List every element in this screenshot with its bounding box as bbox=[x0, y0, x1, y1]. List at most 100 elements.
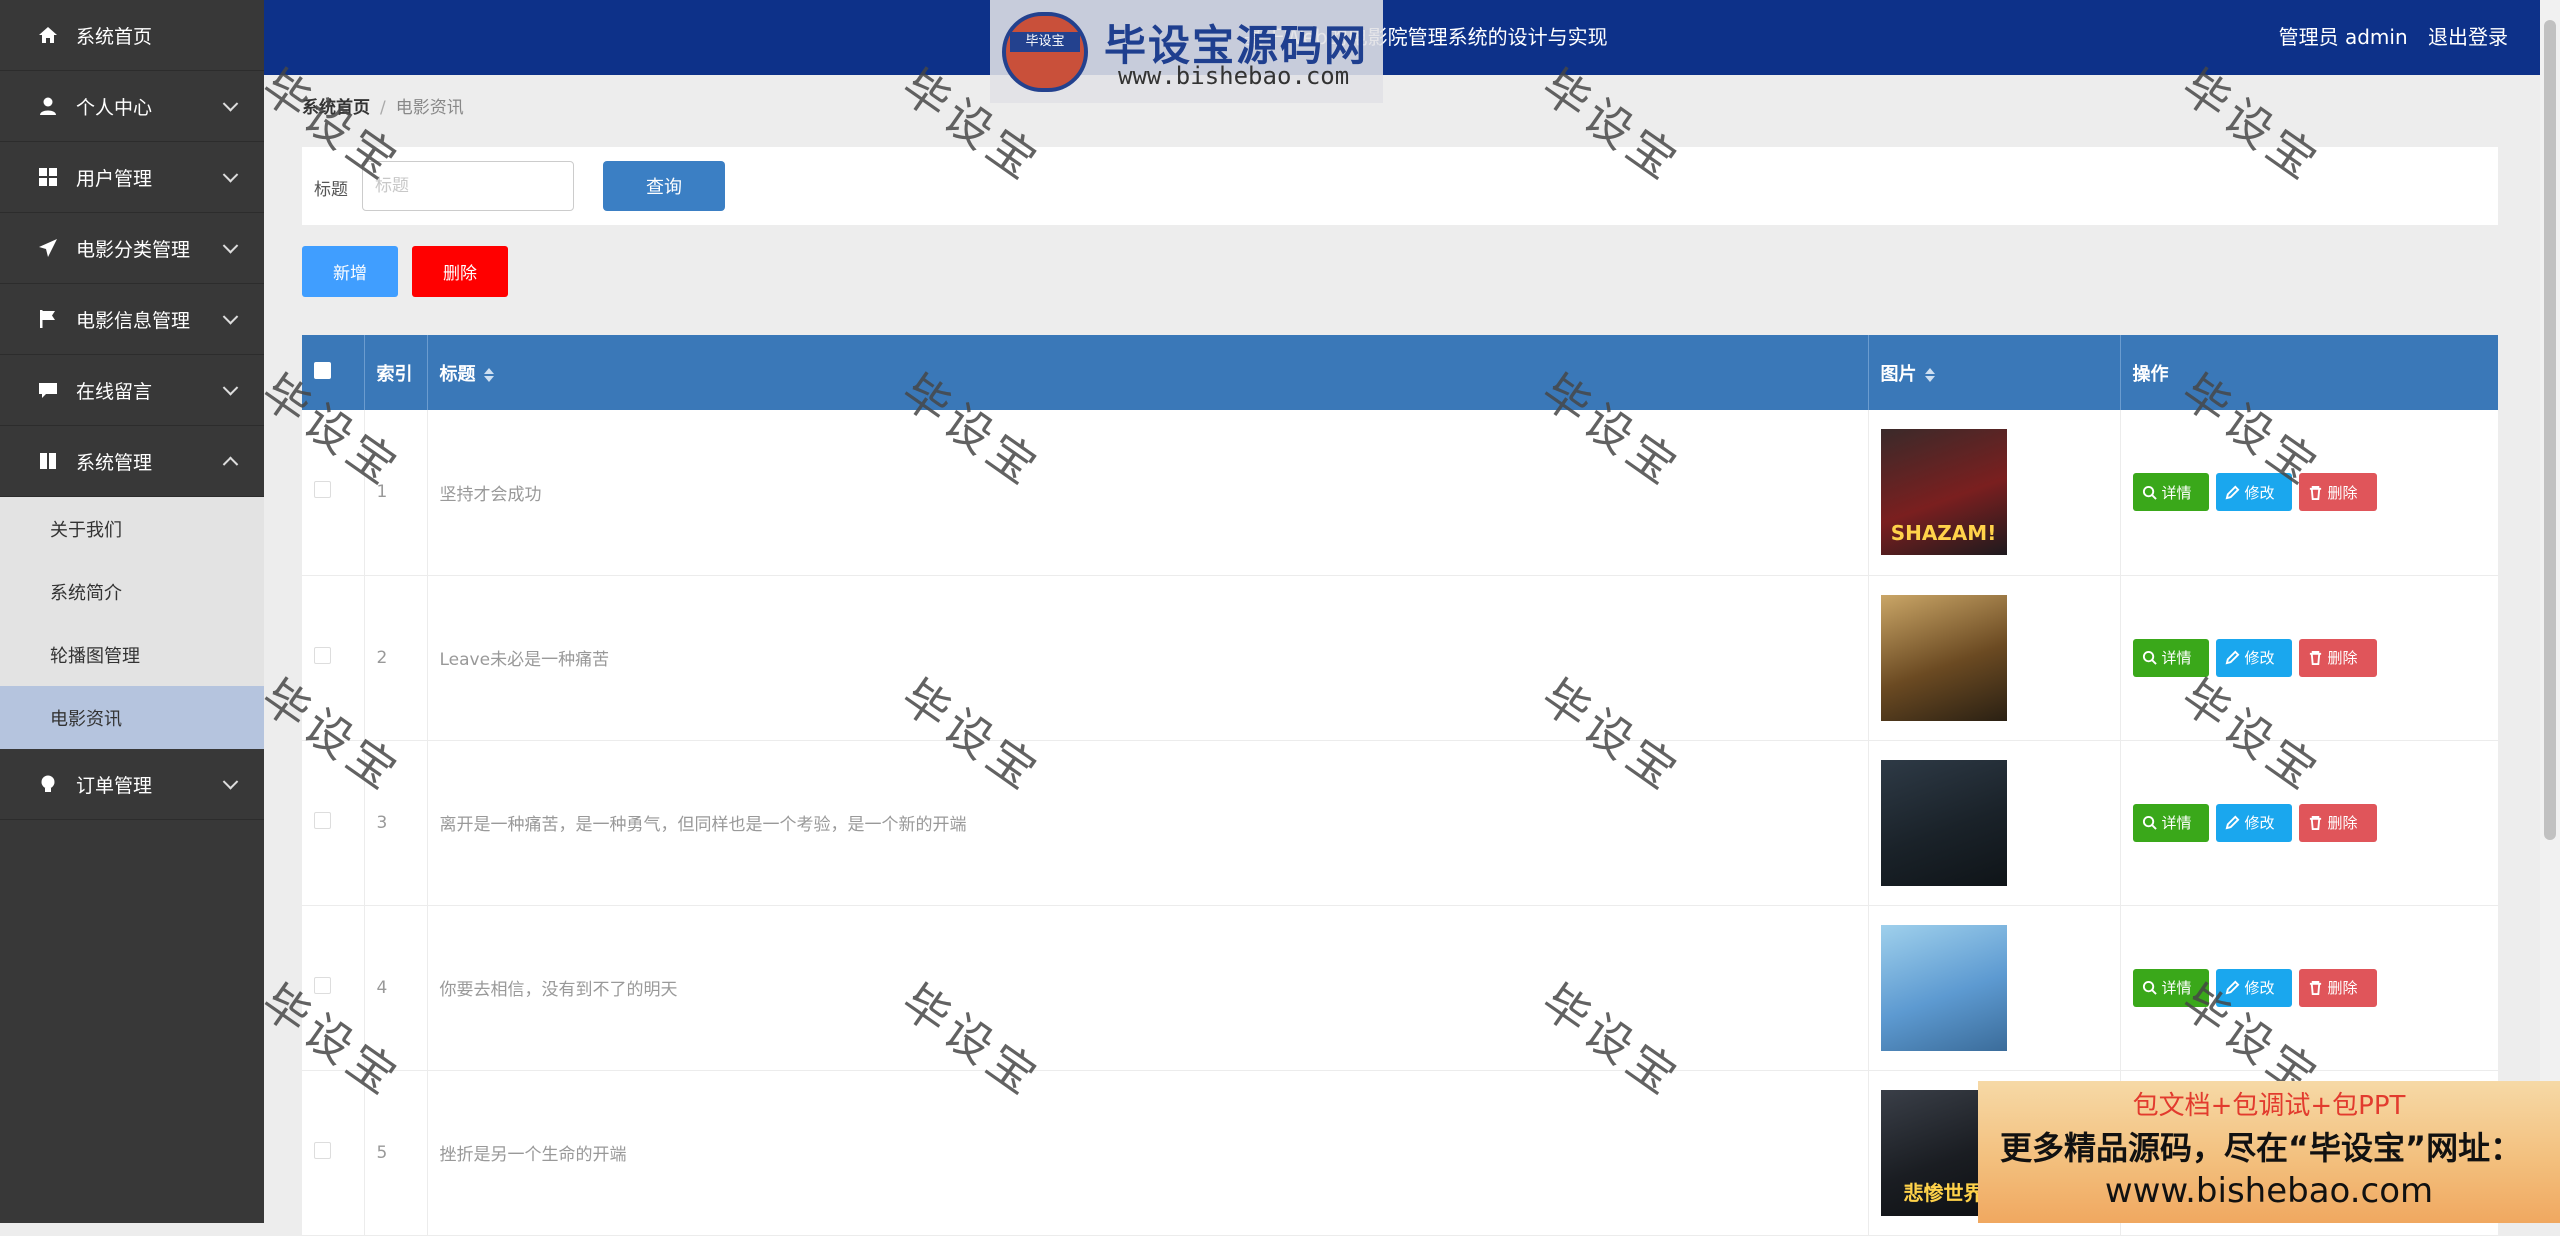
row-title: 离开是一种痛苦，是一种勇气，但同样也是一个考验，是一个新的开端 bbox=[427, 740, 1869, 906]
header-title-label: 标题 bbox=[439, 363, 476, 385]
scrollbar-thumb[interactable] bbox=[2544, 20, 2556, 840]
row-actions-cell: 详情 修改 删除 bbox=[2120, 905, 2498, 1071]
sidebar-item-home[interactable]: 系统首页 bbox=[0, 0, 264, 71]
sidebar-item-movie-category[interactable]: 电影分类管理 bbox=[0, 213, 264, 284]
sidebar-item-order-management[interactable]: 订单管理 bbox=[0, 749, 264, 820]
submenu-item-about-us[interactable]: 关于我们 bbox=[0, 497, 264, 560]
movie-poster-image[interactable] bbox=[1880, 594, 2007, 721]
sidebar-item-label: 个人中心 bbox=[76, 96, 153, 119]
delete-button[interactable]: 删除 bbox=[2298, 968, 2377, 1007]
detail-button[interactable]: 详情 bbox=[2132, 968, 2209, 1007]
row-title: 坚持才会成功 bbox=[427, 410, 1869, 576]
delete-button[interactable]: 删除 bbox=[2298, 638, 2377, 677]
batch-delete-button[interactable]: 删除 bbox=[412, 246, 508, 297]
movie-poster-image[interactable] bbox=[1880, 759, 2007, 886]
logo-badge-icon: 毕设宝 bbox=[1002, 12, 1088, 92]
add-button[interactable]: 新增 bbox=[302, 246, 398, 297]
select-all-checkbox[interactable] bbox=[314, 361, 331, 379]
title-search-input[interactable] bbox=[362, 161, 574, 211]
query-button[interactable]: 查询 bbox=[603, 161, 725, 211]
sidebar-item-label: 电影信息管理 bbox=[76, 309, 191, 332]
detail-label: 详情 bbox=[2161, 483, 2192, 502]
edit-button[interactable]: 修改 bbox=[2215, 968, 2292, 1007]
submenu-item-system-intro[interactable]: 系统简介 bbox=[0, 560, 264, 623]
row-checkbox[interactable] bbox=[314, 1141, 331, 1159]
sidebar-item-label: 在线留言 bbox=[76, 380, 153, 403]
row-checkbox-cell bbox=[302, 1070, 365, 1236]
row-actions: 详情 修改 删除 bbox=[2132, 803, 2498, 842]
row-title: 你要去相信，没有到不了的明天 bbox=[427, 905, 1869, 1071]
admin-label: 管理员 admin bbox=[2278, 25, 2408, 49]
sort-icon[interactable] bbox=[483, 367, 494, 382]
trash-icon bbox=[2309, 815, 2321, 830]
edit-label: 修改 bbox=[2244, 814, 2275, 832]
edit-button[interactable]: 修改 bbox=[2215, 473, 2292, 512]
logo-url: www.bishebao.com bbox=[1118, 62, 1350, 90]
breadcrumb-home[interactable]: 系统首页 bbox=[302, 98, 370, 118]
row-checkbox[interactable] bbox=[314, 976, 331, 994]
row-actions-cell: 详情 修改 删除 bbox=[2120, 575, 2498, 741]
trash-icon bbox=[2309, 650, 2321, 665]
pencil-icon bbox=[2225, 815, 2239, 830]
row-actions: 详情 修改 删除 bbox=[2132, 968, 2498, 1007]
delete-button[interactable]: 删除 bbox=[2298, 473, 2377, 512]
chevron-down-icon bbox=[222, 238, 239, 254]
chevron-down-icon bbox=[222, 380, 239, 396]
sidebar-item-online-message[interactable]: 在线留言 bbox=[0, 355, 264, 426]
logout-link[interactable]: 退出登录 bbox=[2428, 25, 2508, 49]
search-icon bbox=[2142, 485, 2157, 500]
movie-poster-image[interactable]: SHAZAM! bbox=[1880, 429, 2007, 556]
row-image-cell bbox=[1868, 740, 2121, 906]
search-panel: 标题 查询 bbox=[302, 147, 2498, 225]
edit-button[interactable]: 修改 bbox=[2215, 638, 2292, 677]
ad-line-1: 包文档+包调试+包PPT bbox=[2132, 1091, 2406, 1121]
search-icon bbox=[2142, 650, 2157, 665]
edit-button[interactable]: 修改 bbox=[2215, 803, 2292, 842]
table-row: 2 Leave未必是一种痛苦 详情 修改 删除 bbox=[302, 575, 2498, 741]
row-checkbox[interactable] bbox=[314, 811, 331, 829]
search-icon bbox=[2142, 815, 2157, 830]
pencil-icon bbox=[2225, 650, 2239, 665]
paper-plane-icon bbox=[38, 238, 58, 258]
trash-icon bbox=[2309, 485, 2321, 500]
row-actions: 详情 修改 删除 bbox=[2132, 638, 2498, 677]
movie-poster-image[interactable] bbox=[1880, 924, 2007, 1051]
sidebar-item-system-management[interactable]: 系统管理 bbox=[0, 426, 264, 497]
sort-icon[interactable] bbox=[1924, 367, 1935, 382]
header-title[interactable]: 标题 bbox=[427, 335, 1869, 410]
submenu-item-movie-news[interactable]: 电影资讯 bbox=[0, 686, 264, 749]
top-header: 基于Web的电影院管理系统的设计与实现 管理员 admin 退出登录 bbox=[264, 0, 2560, 75]
row-image-cell bbox=[1868, 575, 2121, 741]
breadcrumb-separator: / bbox=[380, 98, 386, 118]
logo-badge-text: 毕设宝 bbox=[1010, 32, 1080, 52]
page-scrollbar[interactable] bbox=[2540, 0, 2560, 1223]
table-row: 3 离开是一种痛苦，是一种勇气，但同样也是一个考验，是一个新的开端 详情 修改 删除 bbox=[302, 740, 2498, 906]
comment-icon bbox=[38, 380, 58, 400]
chevron-down-icon bbox=[222, 167, 239, 183]
header-actions: 操作 bbox=[2132, 363, 2169, 385]
detail-label: 详情 bbox=[2161, 979, 2192, 997]
row-index: 4 bbox=[364, 905, 428, 1071]
home-icon bbox=[38, 25, 58, 45]
sidebar-item-personal-center[interactable]: 个人中心 bbox=[0, 71, 264, 142]
delete-button[interactable]: 删除 bbox=[2298, 803, 2377, 842]
row-index: 2 bbox=[364, 575, 428, 741]
grid-icon bbox=[38, 167, 58, 187]
sidebar-item-user-management[interactable]: 用户管理 bbox=[0, 142, 264, 213]
lightbulb-icon bbox=[38, 774, 58, 794]
row-image-cell: SHAZAM! bbox=[1868, 410, 2121, 576]
row-image-cell bbox=[1868, 905, 2121, 1071]
sidebar-item-label: 系统管理 bbox=[76, 451, 153, 474]
row-checkbox[interactable] bbox=[314, 646, 331, 664]
delete-label: 删除 bbox=[2327, 979, 2358, 997]
header-image[interactable]: 图片 bbox=[1868, 335, 2121, 410]
ad-banner[interactable]: 包文档+包调试+包PPT 更多精品源码，尽在“毕设宝”网址： www.bishe… bbox=[1978, 1081, 2560, 1223]
row-actions-cell: 详情 修改 删除 bbox=[2120, 410, 2498, 576]
detail-button[interactable]: 详情 bbox=[2132, 638, 2209, 677]
sidebar-item-movie-info[interactable]: 电影信息管理 bbox=[0, 284, 264, 355]
submenu-item-carousel[interactable]: 轮播图管理 bbox=[0, 623, 264, 686]
breadcrumb-current: 电影资讯 bbox=[395, 98, 464, 118]
row-checkbox[interactable] bbox=[314, 481, 331, 499]
detail-button[interactable]: 详情 bbox=[2132, 473, 2209, 512]
detail-button[interactable]: 详情 bbox=[2132, 803, 2209, 842]
